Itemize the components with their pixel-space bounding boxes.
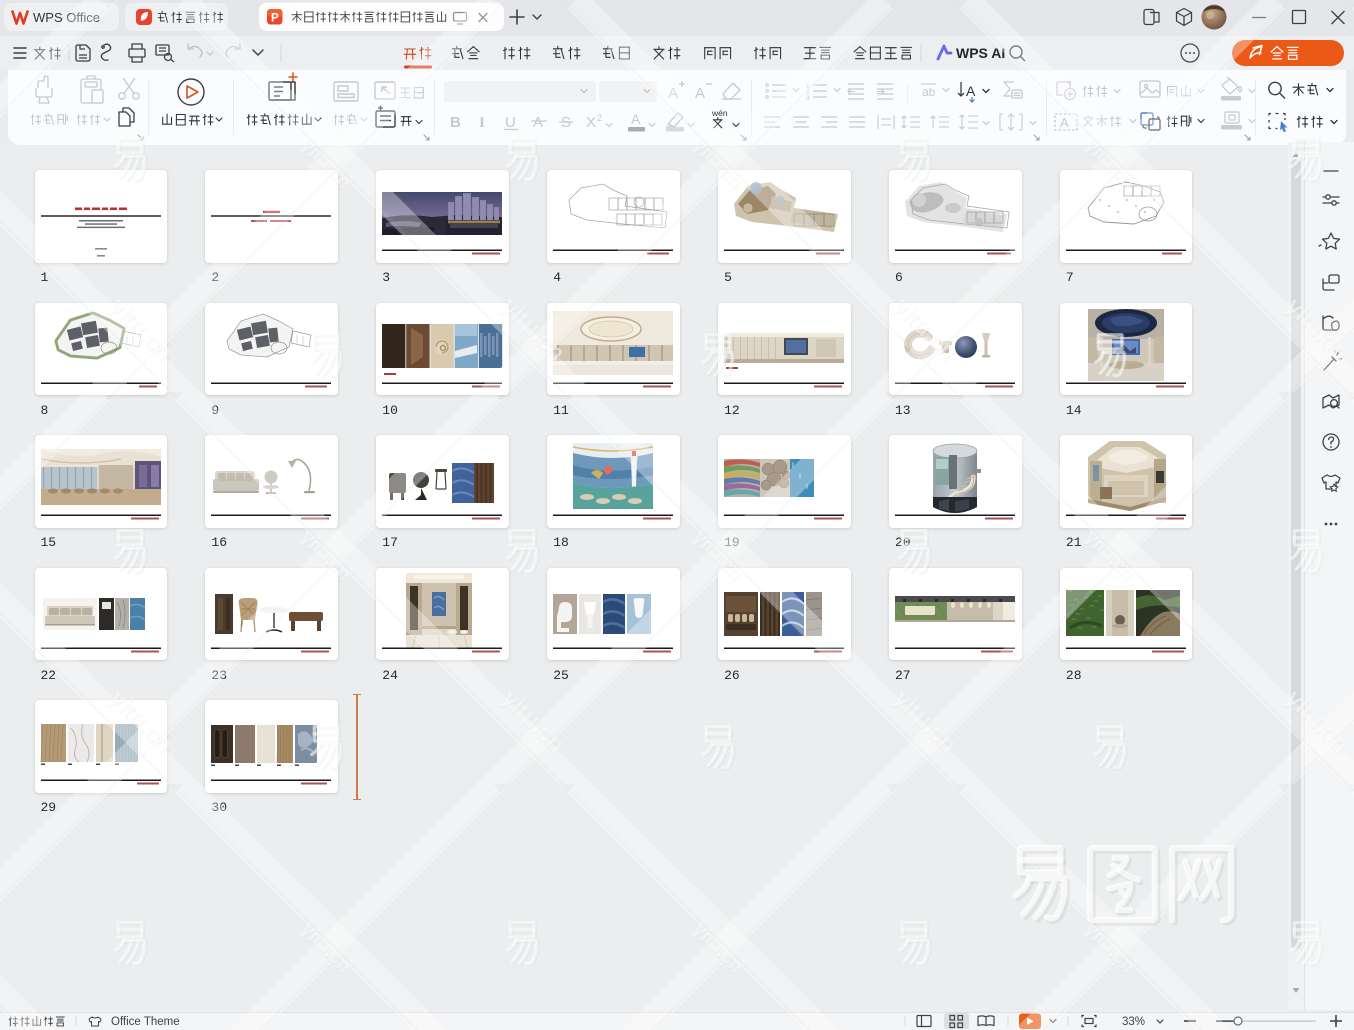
svg-text:P: P bbox=[271, 13, 279, 25]
svg-text:B: B bbox=[450, 114, 461, 131]
svg-text:U: U bbox=[505, 114, 516, 131]
svg-text:WPS Office: WPS Office bbox=[33, 10, 100, 25]
svg-text:A: A bbox=[966, 83, 976, 99]
svg-text:33%: 33% bbox=[1122, 1016, 1145, 1028]
svg-text:2: 2 bbox=[597, 113, 602, 123]
svg-text:A: A bbox=[668, 85, 678, 102]
svg-text:WPS AI: WPS AI bbox=[956, 45, 1005, 61]
svg-text:Office Theme: Office Theme bbox=[111, 1016, 180, 1028]
svg-text:I: I bbox=[479, 115, 485, 131]
svg-text:wén: wén bbox=[711, 108, 728, 118]
svg-text:X: X bbox=[586, 114, 596, 131]
svg-text:ab: ab bbox=[922, 85, 936, 99]
svg-text:3: 3 bbox=[806, 95, 810, 102]
svg-text:A: A bbox=[631, 111, 641, 127]
svg-text:A: A bbox=[533, 114, 543, 131]
svg-text:A: A bbox=[1060, 115, 1069, 130]
svg-text:A: A bbox=[695, 85, 705, 102]
